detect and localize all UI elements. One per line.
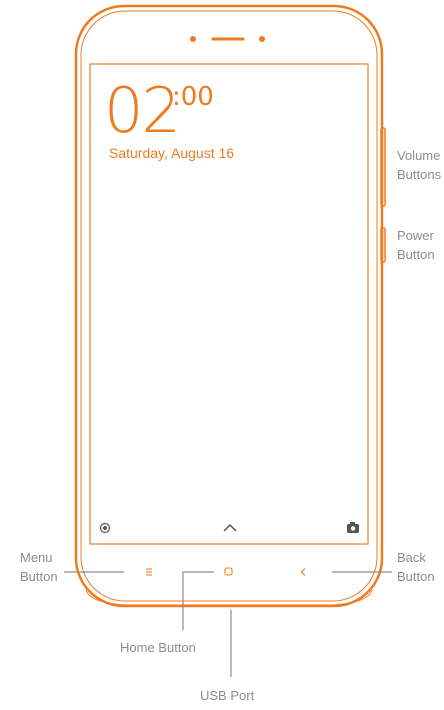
phone-diagram [64, 4, 392, 677]
menu-button-label: Menu Button [20, 550, 58, 584]
sensor-dot [259, 36, 265, 42]
clock-hour: 02 [104, 74, 181, 147]
camera-icon[interactable] [347, 522, 359, 533]
usb-port-label: USB Port [200, 688, 255, 703]
phone-bottom-edge [85, 589, 373, 606]
home-button-label: Home Button [120, 640, 196, 655]
back-icon[interactable] [300, 568, 306, 576]
back-button-label: Back Button [397, 550, 435, 584]
front-camera-dot [190, 36, 196, 42]
power-button-label: Power Button [397, 228, 435, 262]
volume-buttons-label: Volume Buttons [397, 148, 442, 182]
home-icon[interactable] [224, 567, 233, 576]
clock-minute: :00 [172, 82, 214, 112]
chevron-up-icon[interactable] [223, 523, 237, 532]
lock-screen-date: Saturday, August 16 [109, 145, 235, 161]
record-icon[interactable] [99, 522, 111, 534]
menu-icon[interactable] [146, 568, 152, 576]
